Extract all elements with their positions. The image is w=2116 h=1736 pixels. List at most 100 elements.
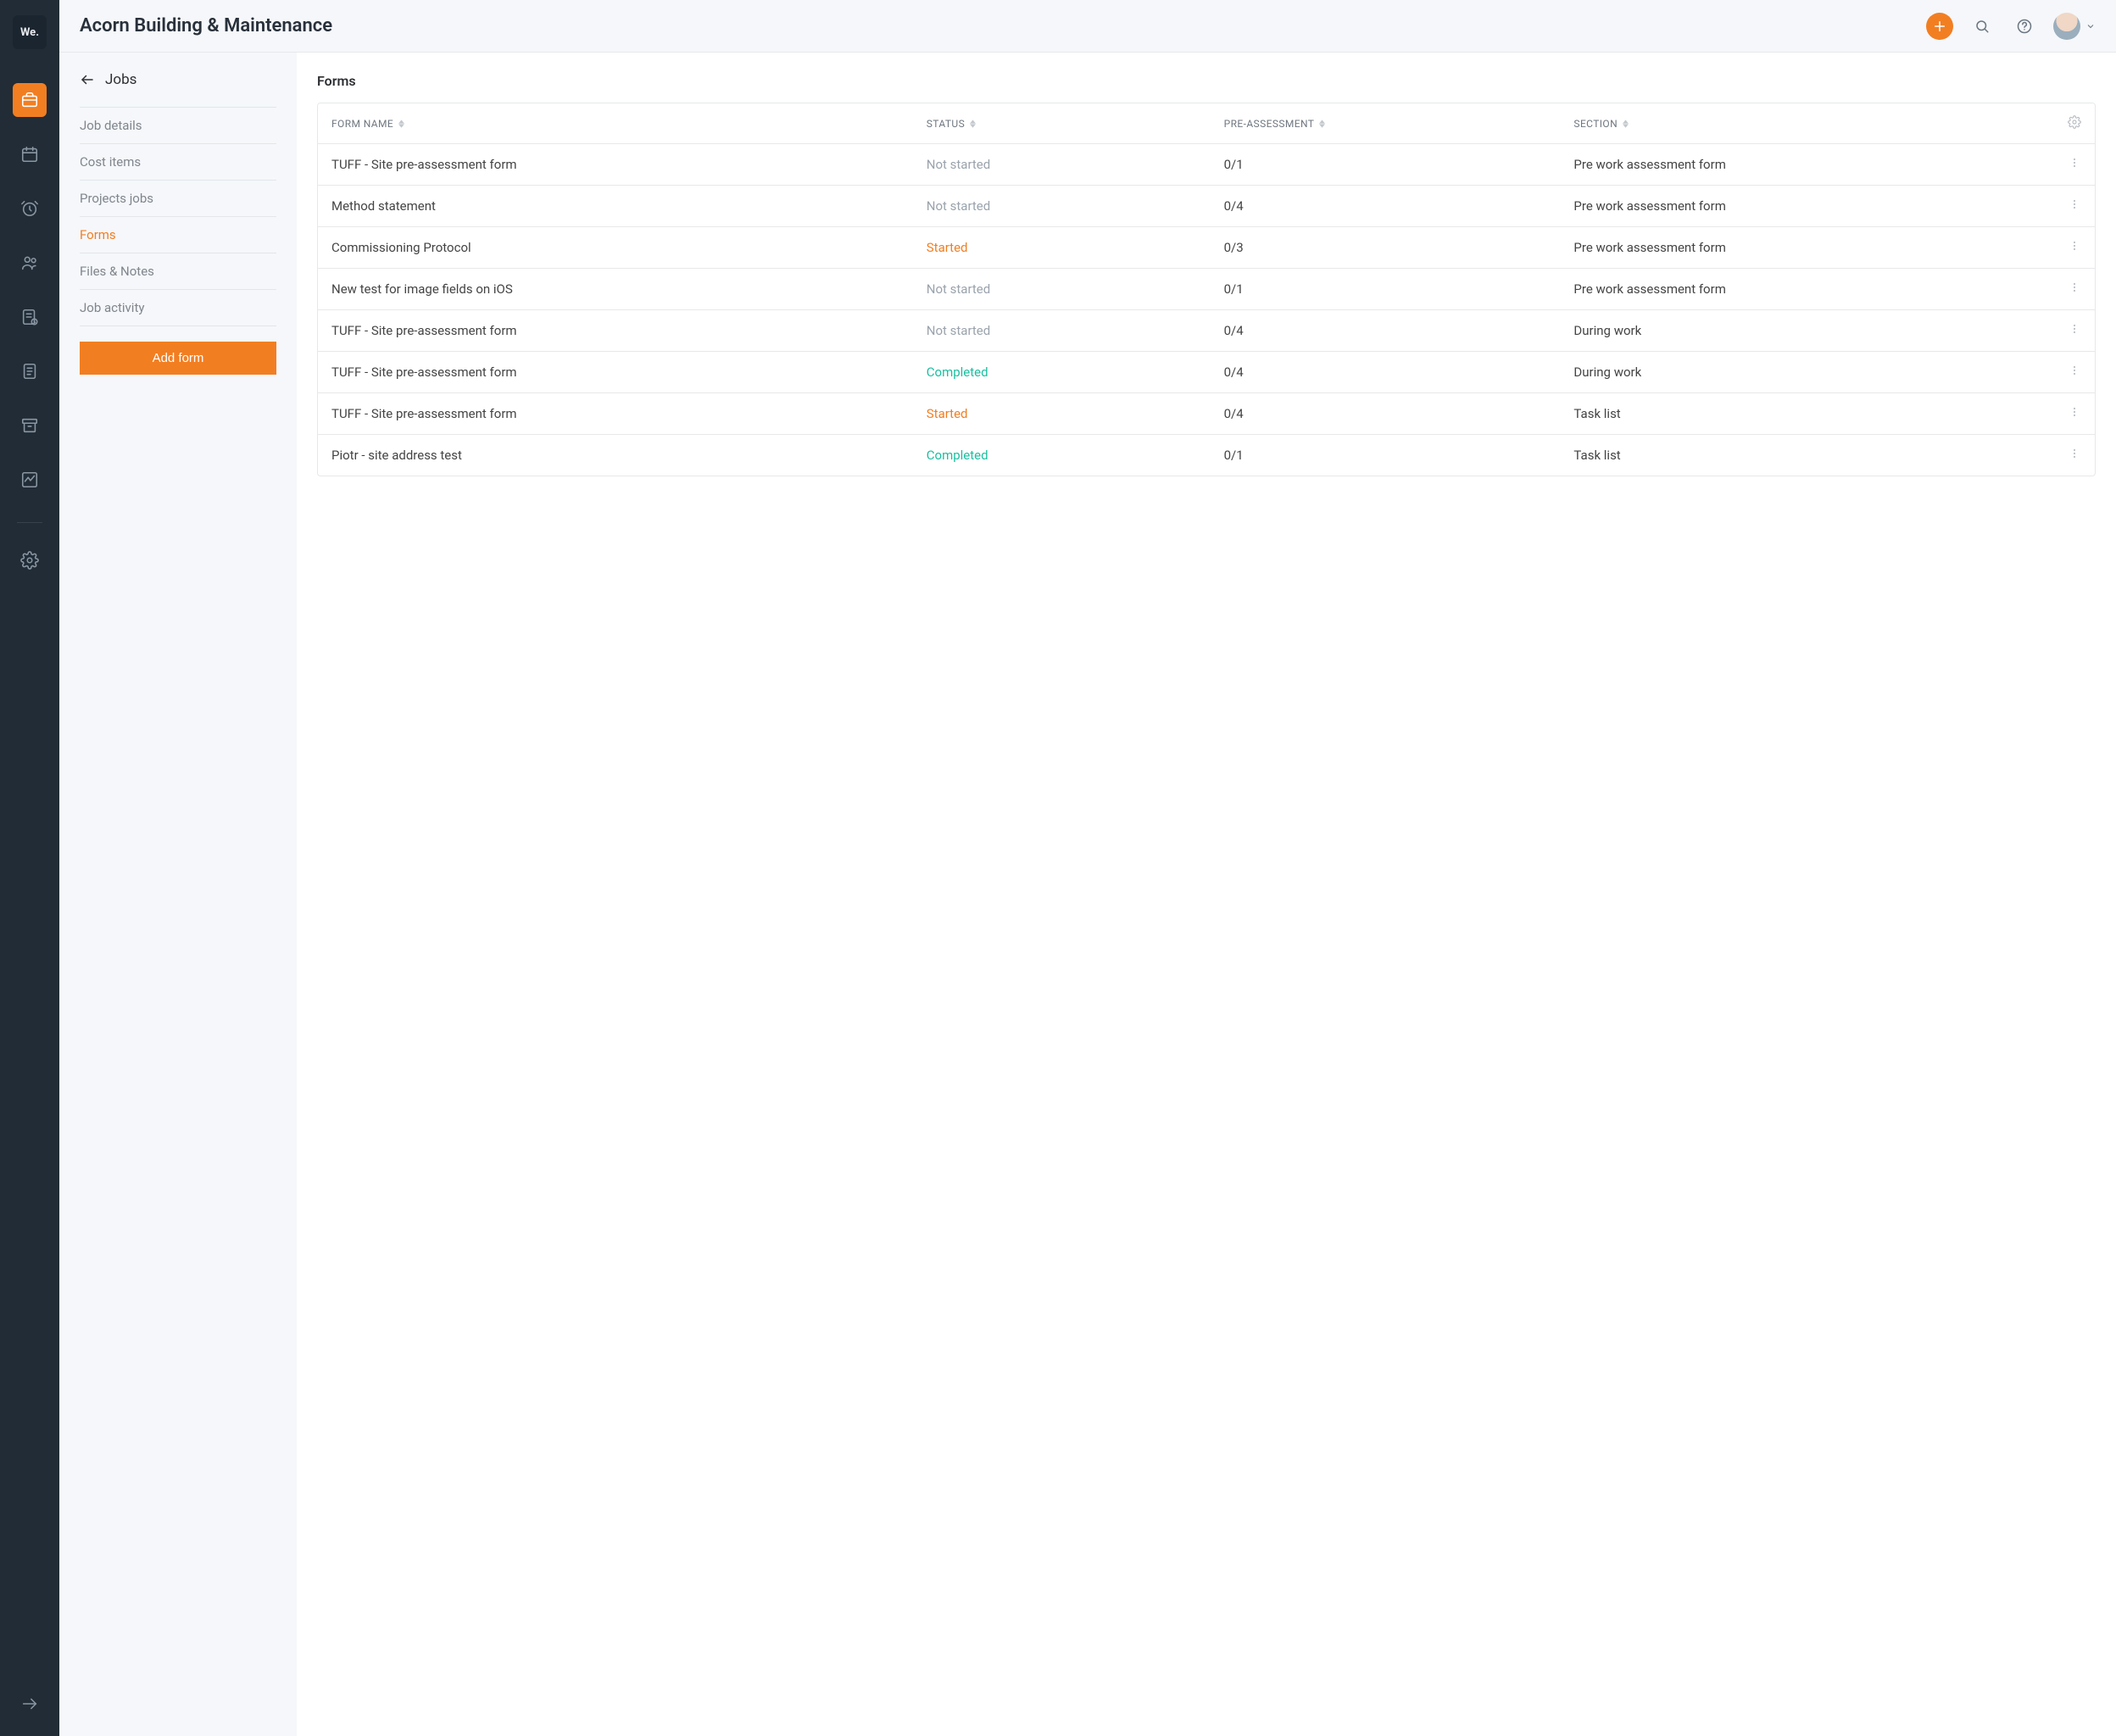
- cell-form-name: New test for image fields on iOS: [331, 281, 927, 297]
- panel-nav-item[interactable]: Files & Notes: [80, 253, 276, 290]
- cell-form-name: TUFF - Site pre-assessment form: [331, 323, 927, 338]
- search-button[interactable]: [1968, 13, 1996, 40]
- panel-nav-item[interactable]: Forms: [80, 217, 276, 253]
- cell-pre-assessment: 0/1: [1224, 281, 1574, 297]
- row-actions-button[interactable]: [2068, 364, 2081, 381]
- table-row[interactable]: Method statementNot started0/4Pre work a…: [318, 186, 2095, 227]
- add-button[interactable]: [1926, 13, 1953, 40]
- nav-document[interactable]: [13, 354, 47, 388]
- cell-section: During work: [1573, 323, 2058, 338]
- arrow-left-icon: [80, 72, 95, 87]
- cell-section: Pre work assessment form: [1573, 198, 2058, 214]
- row-actions-button[interactable]: [2068, 198, 2081, 214]
- back-to-jobs[interactable]: Jobs: [80, 71, 276, 88]
- cell-section: Pre work assessment form: [1573, 240, 2058, 255]
- table-row[interactable]: TUFF - Site pre-assessment formStarted0/…: [318, 393, 2095, 435]
- row-actions-button[interactable]: [2068, 281, 2081, 298]
- kebab-icon: [2068, 322, 2081, 336]
- calendar-icon: [20, 145, 39, 164]
- nav-people[interactable]: [13, 246, 47, 280]
- nav-receipt[interactable]: [13, 300, 47, 334]
- cell-status: Not started: [927, 157, 1224, 172]
- sort-icon: [970, 120, 976, 128]
- cell-status: Started: [927, 406, 1224, 421]
- add-form-button[interactable]: Add form: [80, 342, 276, 375]
- kebab-icon: [2068, 156, 2081, 170]
- col-section[interactable]: SECTION: [1573, 118, 1629, 130]
- archive-icon: [20, 416, 39, 435]
- panel-nav-item[interactable]: Job details: [80, 107, 276, 144]
- table-header: FORM NAME STATUS: [318, 103, 2095, 144]
- cell-form-name: TUFF - Site pre-assessment form: [331, 406, 927, 421]
- col-status[interactable]: STATUS: [927, 118, 976, 130]
- cell-status: Completed: [927, 364, 1224, 380]
- cell-form-name: Piotr - site address test: [331, 448, 927, 463]
- kebab-icon: [2068, 447, 2081, 460]
- cell-form-name: Method statement: [331, 198, 927, 214]
- col-pre-assessment[interactable]: PRE-ASSESSMENT: [1224, 118, 1326, 130]
- cell-status: Not started: [927, 323, 1224, 338]
- panel-nav-item[interactable]: Projects jobs: [80, 181, 276, 217]
- nav-briefcase[interactable]: [13, 83, 47, 117]
- cell-status: Completed: [927, 448, 1224, 463]
- panel-nav-item[interactable]: Cost items: [80, 144, 276, 181]
- panel-nav-item[interactable]: Job activity: [80, 290, 276, 326]
- cell-status: Not started: [927, 281, 1224, 297]
- cell-form-name: TUFF - Site pre-assessment form: [331, 157, 927, 172]
- kebab-icon: [2068, 405, 2081, 419]
- panel-nav: Job detailsCost itemsProjects jobsFormsF…: [80, 107, 276, 326]
- nav-alarm[interactable]: [13, 192, 47, 225]
- nav-settings[interactable]: [13, 543, 47, 577]
- forms-table: FORM NAME STATUS: [317, 103, 2096, 476]
- receipt-icon: [20, 308, 39, 326]
- kebab-icon: [2068, 364, 2081, 377]
- cell-status: Not started: [927, 198, 1224, 214]
- cell-form-name: TUFF - Site pre-assessment form: [331, 364, 927, 380]
- row-actions-button[interactable]: [2068, 239, 2081, 256]
- brand-logo: We.: [13, 15, 47, 49]
- table-row[interactable]: TUFF - Site pre-assessment formNot start…: [318, 144, 2095, 186]
- plus-icon: [1932, 19, 1947, 34]
- cell-section: During work: [1573, 364, 2058, 380]
- main-content: Forms FORM NAME: [297, 53, 2116, 1736]
- table-row[interactable]: TUFF - Site pre-assessment formCompleted…: [318, 352, 2095, 393]
- nav-calendar[interactable]: [13, 137, 47, 171]
- user-menu[interactable]: [2053, 13, 2096, 40]
- nav-rail: We.: [0, 0, 59, 1736]
- row-actions-button[interactable]: [2068, 156, 2081, 173]
- help-button[interactable]: [2011, 13, 2038, 40]
- nav-activity[interactable]: [13, 463, 47, 497]
- table-row[interactable]: TUFF - Site pre-assessment formNot start…: [318, 310, 2095, 352]
- row-actions-button[interactable]: [2068, 405, 2081, 422]
- kebab-icon: [2068, 198, 2081, 211]
- topbar: Acorn Building & Maintenance: [59, 0, 2116, 53]
- cell-status: Started: [927, 240, 1224, 255]
- table-row[interactable]: Commissioning ProtocolStarted0/3Pre work…: [318, 227, 2095, 269]
- cell-pre-assessment: 0/1: [1224, 448, 1574, 463]
- document-icon: [20, 362, 39, 381]
- nav-archive[interactable]: [13, 409, 47, 442]
- col-form-name-label: FORM NAME: [331, 118, 393, 130]
- people-icon: [20, 253, 39, 272]
- gear-icon: [20, 551, 39, 570]
- search-icon: [1974, 19, 1990, 34]
- chevron-down-icon: [2085, 21, 2096, 31]
- cell-form-name: Commissioning Protocol: [331, 240, 927, 255]
- row-actions-button[interactable]: [2068, 447, 2081, 464]
- cell-section: Pre work assessment form: [1573, 157, 2058, 172]
- section-heading: Forms: [317, 73, 2096, 89]
- activity-icon: [20, 470, 39, 489]
- sort-icon: [1319, 120, 1325, 128]
- col-form-name[interactable]: FORM NAME: [331, 118, 404, 130]
- row-actions-button[interactable]: [2068, 322, 2081, 339]
- col-section-label: SECTION: [1573, 118, 1618, 130]
- alarm-icon: [20, 199, 39, 218]
- gear-icon: [2068, 115, 2081, 129]
- rail-expand-button[interactable]: [13, 1687, 47, 1721]
- table-row[interactable]: New test for image fields on iOSNot star…: [318, 269, 2095, 310]
- cell-pre-assessment: 0/4: [1224, 364, 1574, 380]
- cell-pre-assessment: 0/4: [1224, 406, 1574, 421]
- table-settings-button[interactable]: [2068, 115, 2081, 131]
- table-row[interactable]: Piotr - site address testCompleted0/1Tas…: [318, 435, 2095, 476]
- kebab-icon: [2068, 281, 2081, 294]
